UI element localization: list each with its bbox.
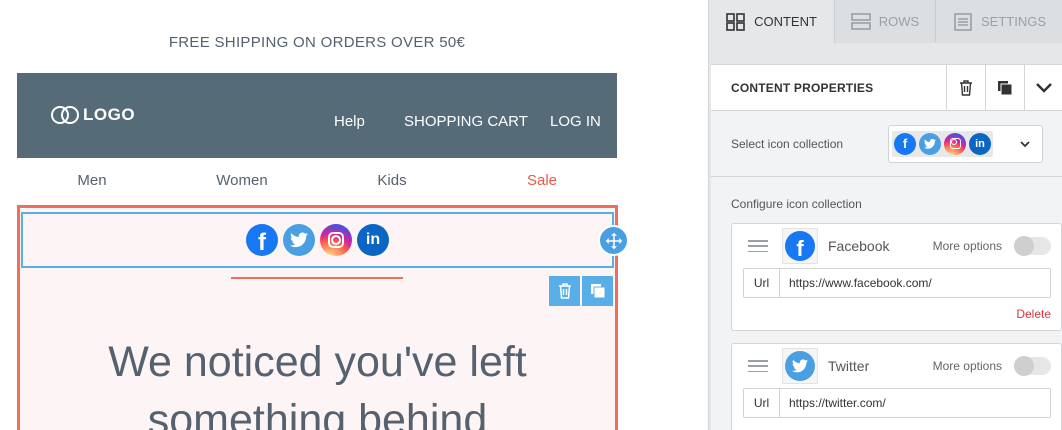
social-icons-block[interactable]: f in — [21, 212, 614, 268]
facebook-icon: f — [894, 132, 916, 155]
tab-content-label: CONTENT — [754, 14, 817, 29]
email-header[interactable]: LOGO Help SHOPPING CART LOG IN — [17, 73, 617, 158]
url-field-row: Url — [743, 388, 1051, 418]
drag-handle-icon[interactable] — [748, 240, 768, 252]
icon-config-card: Twitter More options Url — [731, 343, 1062, 430]
url-input[interactable] — [780, 269, 1050, 297]
email-canvas: FREE SHIPPING ON ORDERS OVER 50€ LOGO He… — [0, 0, 708, 430]
logo: LOGO — [51, 105, 135, 125]
collapse-panel-button[interactable] — [1024, 64, 1062, 111]
category-menu: Men Women Kids Sale — [17, 172, 617, 189]
more-options-label: More options — [932, 359, 1002, 373]
nav-shopping-cart-link[interactable]: SHOPPING CART — [404, 113, 528, 130]
category-sale[interactable]: Sale — [467, 172, 617, 189]
twitter-icon — [919, 132, 941, 155]
url-input[interactable] — [780, 389, 1050, 417]
url-label: Url — [744, 389, 780, 417]
shipping-banner: FREE SHIPPING ON ORDERS OVER 50€ — [168, 34, 466, 51]
facebook-icon[interactable]: f — [246, 224, 278, 256]
move-handle-icon[interactable] — [598, 225, 629, 256]
twitter-icon — [785, 351, 815, 381]
delete-block-button[interactable] — [549, 276, 580, 306]
tab-settings-label: SETTINGS — [980, 14, 1046, 29]
select-collection-label: Select icon collection — [731, 136, 844, 151]
content-properties-title: CONTENT PROPERTIES — [731, 80, 874, 95]
delete-icon-link[interactable]: Delete — [732, 298, 1061, 321]
settings-doc-icon — [954, 12, 972, 31]
configure-collection-label: Configure icon collection — [731, 197, 862, 211]
nav-login-link[interactable]: LOG IN — [550, 113, 601, 130]
rows-icon — [850, 12, 871, 30]
duplicate-icon — [998, 80, 1013, 95]
category-men[interactable]: Men — [17, 172, 167, 189]
tab-rows-label: ROWS — [878, 14, 920, 29]
trash-icon — [960, 79, 972, 96]
divider-line — [231, 277, 403, 279]
icon-config-header: f Facebook More options — [732, 224, 1061, 268]
icon-config-header: Twitter More options — [732, 344, 1061, 388]
more-options-toggle[interactable] — [1014, 236, 1051, 256]
instagram-icon[interactable] — [320, 224, 352, 256]
content-properties-header: CONTENT PROPERTIES — [711, 64, 1062, 111]
collection-preview: f in — [892, 130, 993, 157]
category-kids[interactable]: Kids — [317, 172, 467, 189]
content-properties-panel: CONTENT PROPERTIES Select icon collectio… — [711, 64, 1062, 430]
nav-help-link[interactable]: Help — [334, 113, 365, 130]
facebook-icon: f — [785, 231, 815, 261]
drag-handle-icon[interactable] — [748, 360, 768, 372]
delete-content-button[interactable] — [946, 64, 985, 111]
logo-text: LOGO — [83, 105, 136, 124]
chevron-down-icon — [1020, 140, 1030, 147]
url-field-row: Url — [743, 268, 1051, 298]
tab-content[interactable]: CONTENT — [709, 0, 835, 43]
chevron-down-icon — [1036, 82, 1052, 93]
icon-preview — [782, 348, 818, 384]
url-label: Url — [744, 269, 780, 297]
editor-sidebar: CONTENT ROWS SETTINGS CONTENT PROPERTIES — [708, 0, 1062, 430]
category-women[interactable]: Women — [167, 172, 317, 189]
tab-settings[interactable]: SETTINGS — [936, 0, 1062, 43]
icon-name: Twitter — [828, 358, 870, 374]
icon-preview: f — [782, 228, 818, 264]
duplicate-content-button[interactable] — [985, 64, 1024, 111]
headline-text[interactable]: We noticed you've left something behind — [21, 333, 614, 430]
more-options-label: More options — [932, 239, 1002, 253]
duplicate-icon — [590, 284, 605, 299]
tab-rows[interactable]: ROWS — [835, 0, 936, 43]
linkedin-icon: in — [969, 132, 991, 155]
logo-mark-icon — [51, 105, 81, 125]
more-options-toggle[interactable] — [1014, 356, 1051, 376]
icon-collection-row: Select icon collection f in — [711, 111, 1062, 177]
icon-config-card: f Facebook More options Url Delete — [731, 223, 1062, 331]
sidebar-tabs: CONTENT ROWS SETTINGS — [709, 0, 1062, 43]
grid-icon — [726, 12, 745, 31]
block-toolbar — [549, 276, 613, 306]
duplicate-block-button[interactable] — [582, 276, 613, 306]
icon-collection-select[interactable]: f in — [888, 124, 1043, 163]
linkedin-icon[interactable]: in — [357, 224, 389, 256]
instagram-glyph-icon — [328, 232, 344, 248]
editor-page: FREE SHIPPING ON ORDERS OVER 50€ LOGO He… — [0, 0, 1062, 430]
trash-icon — [558, 283, 571, 299]
icon-name: Facebook — [828, 238, 890, 254]
instagram-icon — [944, 132, 966, 155]
twitter-icon[interactable] — [283, 224, 315, 256]
